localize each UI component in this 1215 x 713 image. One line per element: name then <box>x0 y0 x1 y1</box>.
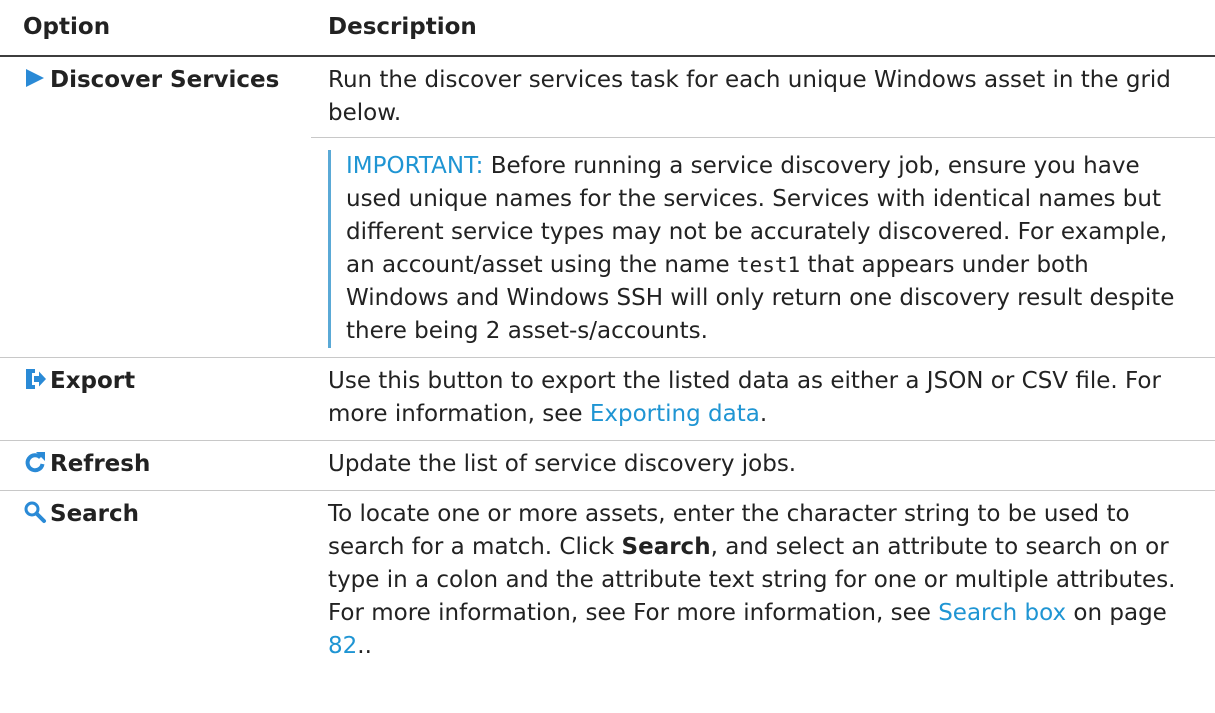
option-cell-refresh: Refresh <box>0 440 311 491</box>
option-cell-discover-services: Discover Services <box>0 56 311 358</box>
table-row: Refresh Update the list of service disco… <box>0 440 1215 491</box>
important-note: IMPORTANT: Before running a service disc… <box>328 150 1197 348</box>
options-table: Option Description Discover Services Run… <box>0 0 1215 672</box>
option-label-search: Search <box>50 501 140 527</box>
search-icon <box>24 501 46 523</box>
description-text: Update the list of service discovery job… <box>328 451 797 477</box>
exporting-data-link[interactable]: Exporting data <box>590 401 760 427</box>
row-divider <box>311 137 1215 138</box>
table-row: Export Use this button to export the lis… <box>0 357 1215 441</box>
description-text-end: . <box>759 401 768 427</box>
page-number-link[interactable]: 82 <box>328 633 357 659</box>
refresh-icon <box>25 452 45 473</box>
description-text-3: on page <box>1066 600 1167 626</box>
option-label-refresh: Refresh <box>50 451 151 477</box>
option-label-discover-services: Discover Services <box>50 67 280 93</box>
table-row: Discover Services Run the discover servi… <box>0 56 1215 358</box>
description-cell-search: To locate one or more assets, enter the … <box>311 491 1215 673</box>
table-header-row: Option Description <box>0 0 1215 57</box>
option-label-export: Export <box>50 368 136 394</box>
description-text-end: .. <box>357 633 372 659</box>
code-sample: test1 <box>736 253 801 277</box>
description-column-header: Description <box>311 0 1215 57</box>
description-cell-export: Use this button to export the listed dat… <box>311 357 1215 441</box>
description-cell-discover-services: Run the discover services task for each … <box>311 56 1215 358</box>
important-label: IMPORTANT: <box>346 153 484 179</box>
option-column-header: Option <box>0 0 311 57</box>
description-text: Run the discover services task for each … <box>328 67 1171 126</box>
table-row: Search To locate one or more assets, ent… <box>0 491 1215 673</box>
search-bold-term: Search <box>621 534 711 560</box>
search-box-link[interactable]: Search box <box>938 600 1066 626</box>
play-icon <box>26 69 44 87</box>
option-cell-export: Export <box>0 357 311 441</box>
option-cell-search: Search <box>0 491 311 673</box>
description-cell-refresh: Update the list of service discovery job… <box>311 440 1215 491</box>
export-icon <box>26 369 46 389</box>
